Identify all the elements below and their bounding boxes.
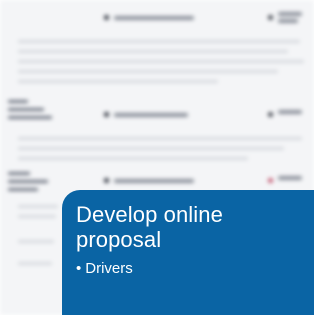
slide-card: Develop online proposal Drivers: [0, 0, 314, 315]
highlight-panel: Develop online proposal Drivers: [62, 190, 314, 315]
panel-title: Develop online proposal: [76, 202, 223, 252]
panel-bullet-item: Drivers: [76, 260, 314, 278]
panel-bullet-list: Drivers: [76, 260, 314, 278]
